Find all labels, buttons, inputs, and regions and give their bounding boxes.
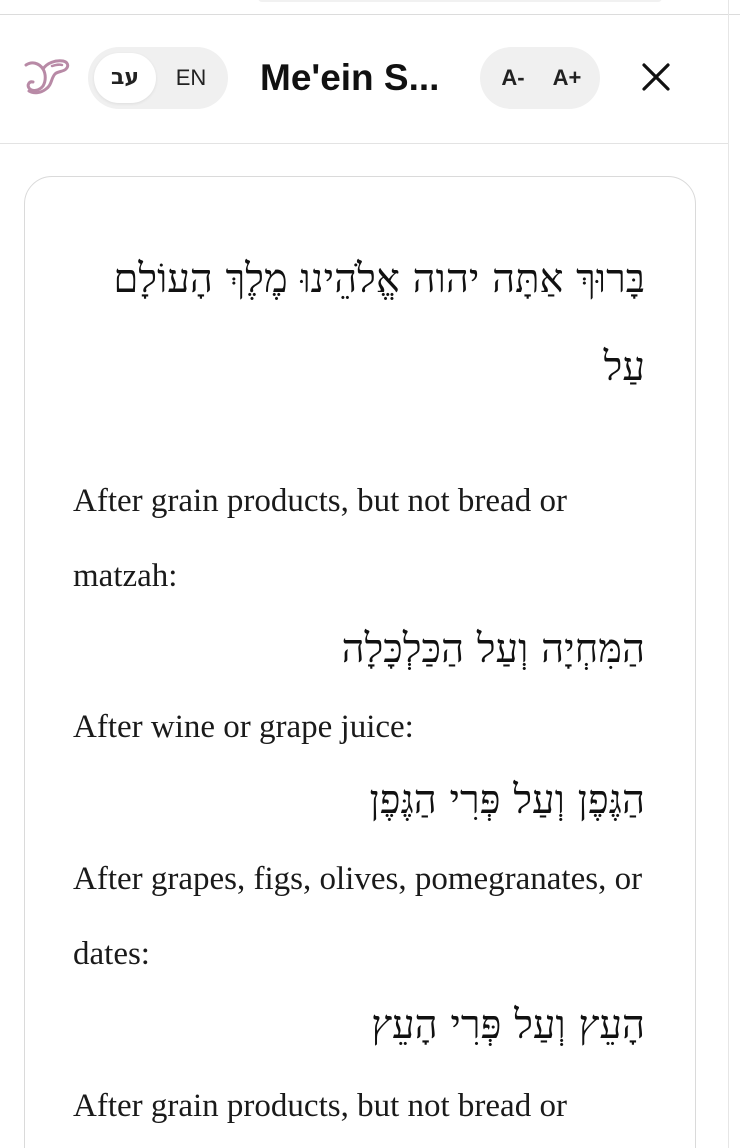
- top-strip: [0, 0, 740, 15]
- instruction-grain-repeat: After grain products, but not bread or: [73, 1088, 567, 1124]
- font-decrease-button[interactable]: A-: [486, 53, 540, 103]
- app-frame: עב EN Me'ein S... A- A+ בָּרוּךְ אַתָּה …: [0, 0, 740, 1148]
- page-title: Me'ein S...: [260, 57, 440, 98]
- instruction-wine: After wine or grape juice:: [73, 709, 414, 745]
- language-toggle: עב EN: [88, 47, 228, 109]
- sefaria-logo-icon[interactable]: [22, 55, 72, 99]
- instruction-fruit: After grapes, figs, olives, pomegranates…: [73, 861, 643, 972]
- scrollbar-rail[interactable]: [728, 0, 729, 1148]
- font-size-control: A- A+: [480, 47, 600, 109]
- hebrew-fruit-line: הָעֵץ וְעַל פְּרִי הָעֵץ: [371, 1002, 645, 1048]
- lang-english-button[interactable]: EN: [160, 53, 222, 103]
- close-button[interactable]: [634, 55, 678, 99]
- instruction-grain: After grain products, but not bread or m…: [73, 483, 567, 594]
- panel-header: עב EN Me'ein S... A- A+: [0, 15, 728, 144]
- hebrew-grain-line: הַמִּחְיָה וְעַל הַכַּלְכָּלָה: [341, 626, 645, 672]
- lang-hebrew-button[interactable]: עב: [94, 53, 156, 103]
- text-card: בָּרוּךְ אַתָּה יהוה אֱלֹהֵינוּ מֶלֶךְ ה…: [24, 176, 696, 1148]
- close-icon: [642, 63, 670, 91]
- hebrew-blessing-opening: בָּרוּךְ אַתָּה יהוה אֱלֹהֵינוּ מֶלֶךְ ה…: [113, 256, 645, 390]
- font-increase-button[interactable]: A+: [540, 53, 594, 103]
- hebrew-wine-line: הַגֶּפֶן וְעַל פְּרִי הַגֶּפֶן: [369, 777, 645, 823]
- search-bar-edge: [258, 0, 662, 2]
